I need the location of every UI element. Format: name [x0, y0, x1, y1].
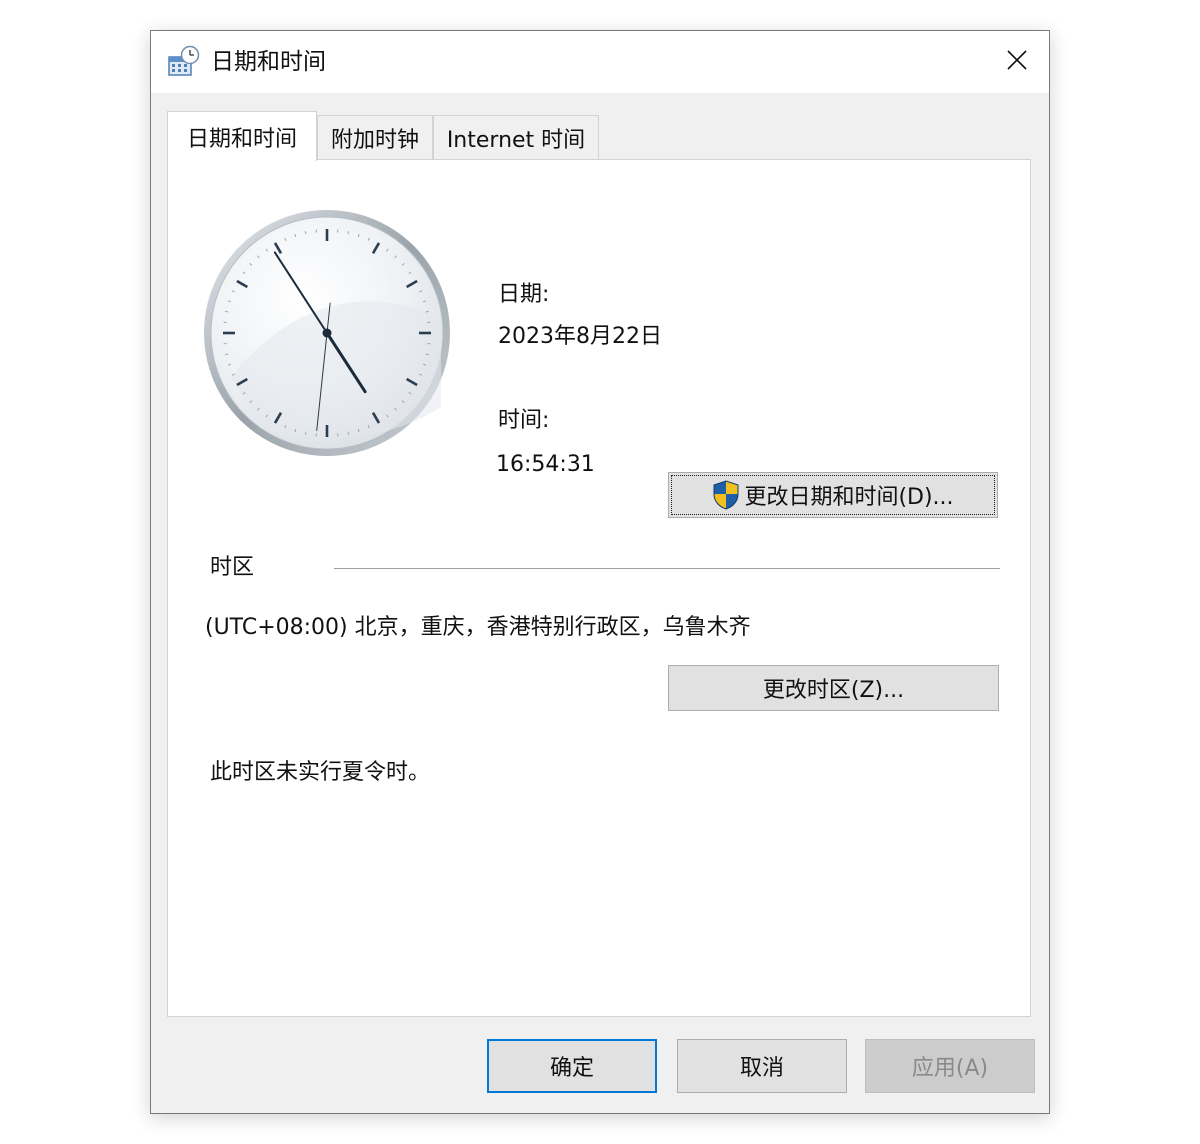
- time-label: 时间:: [498, 408, 550, 433]
- clock-minute-tick: [304, 231, 307, 235]
- clock-minute-tick: [347, 431, 350, 435]
- tab-internet-time[interactable]: Internet 时间: [433, 115, 599, 159]
- close-icon: [1007, 50, 1027, 70]
- timezone-heading: 时区: [210, 555, 255, 580]
- tab-additional-clocks[interactable]: 附加时钟: [317, 115, 433, 159]
- date-time-dialog: 日期和时间 日期和时间 附加时钟 Internet 时间 日期: 2023年8月…: [150, 30, 1050, 1114]
- change-timezone-button[interactable]: 更改时区(Z)...: [668, 665, 999, 711]
- tab-date-time[interactable]: 日期和时间: [167, 111, 317, 161]
- clock-center-cap: [322, 328, 332, 338]
- dst-note: 此时区未实行夏令时。: [210, 760, 431, 785]
- timezone-value: (UTC+08:00) 北京，重庆，香港特别行政区，乌鲁木齐: [205, 615, 751, 640]
- close-button[interactable]: [985, 31, 1049, 89]
- date-value: 2023年8月22日: [498, 324, 662, 349]
- clock-minute-tick: [225, 353, 229, 356]
- ok-button[interactable]: 确定: [487, 1039, 657, 1093]
- analog-clock: [204, 210, 450, 456]
- clock-minute-tick: [425, 310, 429, 313]
- timezone-divider: [334, 568, 1000, 569]
- cancel-button[interactable]: 取消: [677, 1039, 847, 1093]
- uac-shield-icon: [713, 480, 739, 510]
- change-date-time-button[interactable]: 更改日期和时间(D)...: [668, 472, 998, 518]
- clock-minute-tick: [225, 310, 229, 313]
- time-value: 16:54:31: [496, 452, 595, 477]
- date-label: 日期:: [498, 282, 550, 307]
- apply-button[interactable]: 应用(A): [865, 1039, 1035, 1093]
- title-bar: 日期和时间: [151, 31, 1049, 93]
- change-date-time-label: 更改日期和时间(D)...: [744, 485, 954, 510]
- clock-minute-tick: [347, 231, 350, 235]
- window-title: 日期和时间: [211, 49, 326, 75]
- calendar-clock-icon: [168, 45, 200, 76]
- tab-panel: 日期: 2023年8月22日 时间: 16:54:31 更改日期和时间(D)..…: [167, 159, 1031, 1017]
- clock-minute-tick: [304, 431, 307, 435]
- clock-minute-tick: [425, 353, 429, 356]
